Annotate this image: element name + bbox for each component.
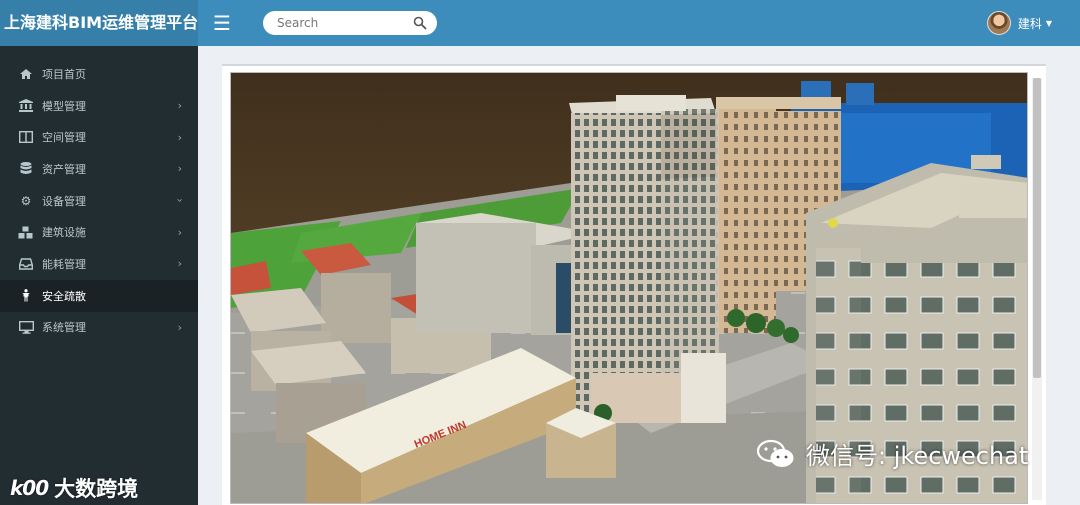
app-logo-title[interactable]: 上海建科BIM运维管理平台: [0, 0, 198, 46]
monitor-icon: [18, 320, 34, 334]
person-icon: [18, 289, 34, 303]
chevron-right-icon: ›: [177, 99, 182, 113]
sidebar-item-label: 设备管理: [42, 194, 86, 208]
cubes-icon: [18, 225, 34, 239]
scrollbar-thumb[interactable]: [1033, 78, 1041, 378]
watermark-left-text: 大数跨境: [54, 477, 139, 501]
sidebar-item-label: 能耗管理: [42, 257, 86, 271]
home-icon: [18, 67, 34, 81]
watermark-wechat: 微信号: jkecwechat: [756, 436, 1028, 471]
chevron-down-icon: ›: [173, 198, 187, 203]
user-name: 建科: [1017, 16, 1042, 31]
sidebar-item-system[interactable]: 系统管理 ›: [0, 312, 198, 344]
sidebar-item-label: 模型管理: [42, 99, 86, 113]
sidebar-item-label: 资产管理: [42, 162, 86, 176]
vertical-scrollbar[interactable]: [1032, 78, 1042, 500]
columns-icon: [18, 130, 34, 144]
sidebar-item-equipment[interactable]: ⚙ 设备管理 ›: [0, 185, 198, 217]
sidebar-item-facilities[interactable]: 建筑设施 ›: [0, 216, 198, 248]
chevron-right-icon: ›: [177, 225, 182, 239]
caret-down-icon: ▼: [1045, 18, 1052, 28]
sidebar-item-label: 建筑设施: [42, 226, 86, 240]
wechat-icon: [756, 439, 794, 467]
bank-icon: [18, 99, 34, 113]
hamburger-icon: ☰: [213, 11, 231, 35]
search-icon[interactable]: [413, 16, 427, 30]
watermark-right-text: 微信号: jkecwechat: [806, 442, 1029, 470]
sidebar-item-label: 系统管理: [42, 321, 86, 335]
sidebar-item-home[interactable]: 项目首页: [0, 58, 198, 90]
chevron-right-icon: ›: [177, 130, 182, 144]
cogs-icon: ⚙: [20, 193, 32, 208]
chevron-right-icon: ›: [177, 162, 182, 176]
database-icon: [18, 162, 34, 176]
chevron-right-icon: ›: [177, 320, 182, 334]
sidebar-item-model[interactable]: 模型管理 ›: [0, 90, 198, 122]
user-menu[interactable]: 建科 ▼: [986, 10, 1052, 36]
top-navbar: ☰ 建科 ▼: [198, 0, 1080, 46]
inbox-icon: [18, 257, 34, 271]
dashu-logo-mark: k00: [10, 476, 49, 500]
sidebar: 项目首页 模型管理 › 空间管理 › 资产管理 › ⚙ 设备管理 › 建筑设施 …: [0, 46, 198, 505]
sidebar-item-label: 空间管理: [42, 131, 86, 145]
sidebar-toggle-button[interactable]: ☰: [198, 0, 246, 46]
sidebar-item-label: 项目首页: [42, 67, 86, 81]
sidebar-item-evacuation[interactable]: 安全疏散: [0, 279, 198, 312]
watermark-dashu: k00 大数跨境: [10, 473, 138, 503]
avatar: [986, 11, 1011, 35]
sidebar-item-assets[interactable]: 资产管理 ›: [0, 153, 198, 185]
sidebar-item-label: 安全疏散: [42, 289, 86, 303]
sidebar-item-energy[interactable]: 能耗管理 ›: [0, 248, 198, 280]
chevron-right-icon: ›: [177, 257, 182, 271]
search-box: [263, 11, 437, 35]
search-input[interactable]: [263, 11, 403, 35]
sidebar-item-space[interactable]: 空间管理 ›: [0, 121, 198, 153]
